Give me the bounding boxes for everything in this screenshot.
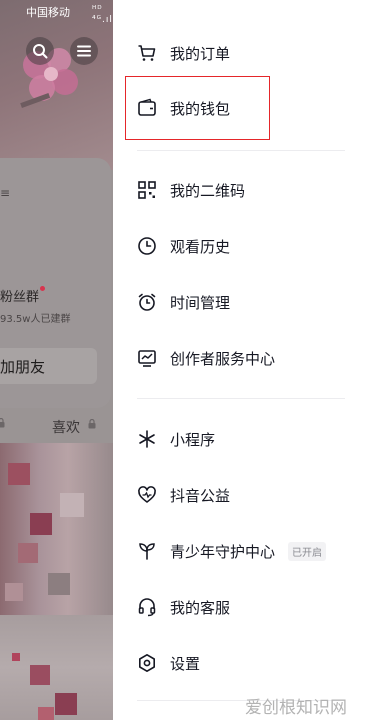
notification-dot <box>40 286 45 291</box>
status-badge: 已开启 <box>288 541 326 561</box>
menu-item-watch-history[interactable]: 观看历史 <box>113 221 369 271</box>
fans-group-subtitle: 93.5w人已建群 <box>0 314 71 325</box>
menu-item-time-management[interactable]: 时间管理 <box>113 277 369 327</box>
video-thumbnail[interactable] <box>0 615 113 720</box>
add-friend-button[interactable]: 加朋友 <box>0 348 97 384</box>
menu-item-youth-protection[interactable]: 青少年守护中心 已开启 <box>113 526 369 576</box>
menu-button[interactable] <box>70 37 98 65</box>
menu-label: 观看历史 <box>170 237 231 256</box>
menu-item-customer-service[interactable]: 我的客服 <box>113 582 369 632</box>
menu-label: 设置 <box>170 654 201 673</box>
heart-icon <box>137 485 157 505</box>
video-thumbnail[interactable] <box>0 443 113 615</box>
search-button[interactable] <box>26 37 54 65</box>
lock-icon <box>0 418 5 428</box>
add-friend-label: 加朋友 <box>0 357 46 376</box>
hamburger-icon <box>77 45 91 57</box>
side-drawer-menu: 我的订单 我的钱包 我的二维码 观看历史 时间管理 创作者服务中心 小程序 抖音… <box>113 0 369 720</box>
background-profile-page: 中国移动 ᴴᴰ ⁴ᴳ.ıll ≡ 粉丝群 93.5w人已建群 加朋友 喜欢 <box>0 0 113 720</box>
fans-group-title: 粉丝群 <box>0 290 40 305</box>
menu-label: 我的客服 <box>170 598 231 617</box>
menu-label: 我的二维码 <box>170 181 246 200</box>
profile-card-text: ≡ <box>0 186 11 200</box>
status-carrier: 中国移动 <box>26 6 70 19</box>
status-signal: ᴴᴰ ⁴ᴳ.ıll <box>92 5 113 25</box>
menu-label: 创作者服务中心 <box>170 349 276 368</box>
menu-item-creator-center[interactable]: 创作者服务中心 <box>113 333 369 383</box>
settings-icon <box>137 653 157 673</box>
menu-item-my-orders[interactable]: 我的订单 <box>113 28 369 78</box>
divider <box>137 150 345 151</box>
highlight-annotation-box <box>125 76 270 140</box>
menu-item-my-qrcode[interactable]: 我的二维码 <box>113 165 369 215</box>
asterisk-icon <box>137 429 157 449</box>
menu-label: 我的订单 <box>170 44 231 63</box>
qrcode-icon <box>137 180 157 200</box>
menu-label: 时间管理 <box>170 293 231 312</box>
lock-icon <box>88 419 96 429</box>
cart-icon <box>137 43 157 63</box>
divider <box>137 398 345 399</box>
headset-icon <box>137 597 157 617</box>
menu-label: 抖音公益 <box>170 486 231 505</box>
clock-icon <box>137 236 157 256</box>
alarm-icon <box>137 292 157 312</box>
menu-item-mini-programs[interactable]: 小程序 <box>113 414 369 464</box>
tab-likes[interactable]: 喜欢 <box>52 417 80 437</box>
sprout-icon <box>137 541 157 561</box>
chart-icon <box>137 348 157 368</box>
watermark-text: 爱创根知识网 <box>245 698 347 718</box>
menu-label: 小程序 <box>170 430 216 449</box>
search-icon <box>33 44 48 59</box>
menu-item-charity[interactable]: 抖音公益 <box>113 470 369 520</box>
menu-label: 青少年守护中心 <box>170 542 276 561</box>
menu-item-settings[interactable]: 设置 <box>113 638 369 688</box>
